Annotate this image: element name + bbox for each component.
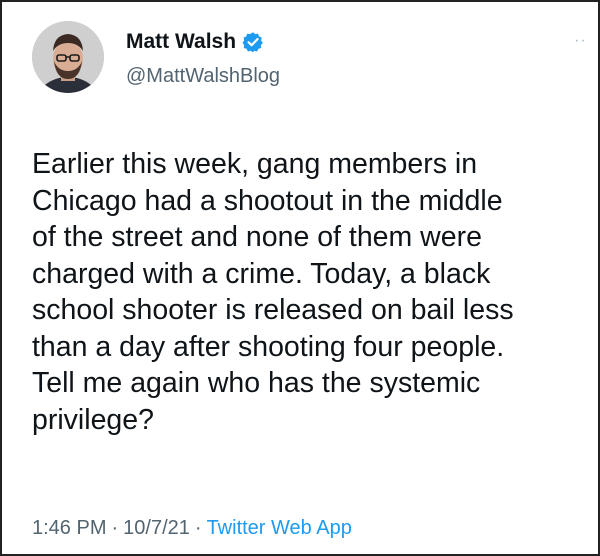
tweet-text-line: school shooter is released on bail less [32, 294, 514, 326]
tweet-text-line: Earlier this week, gang members in [32, 148, 478, 180]
tweet-text-line: of the street and none of them were [32, 221, 482, 253]
verified-badge-icon [242, 31, 264, 53]
avatar[interactable] [32, 21, 104, 93]
author-handle[interactable]: @MattWalshBlog [126, 65, 280, 88]
tweet-meta: 1:46 PM · 10/7/21 · Twitter Web App [32, 517, 352, 540]
screenshot-frame: Matt Walsh @MattWalshBlog ·· Earlier thi… [0, 0, 600, 556]
tweet-card: Matt Walsh @MattWalshBlog ·· Earlier thi… [2, 2, 598, 554]
avatar-image [32, 21, 104, 93]
tweet-time[interactable]: 1:46 PM [32, 517, 106, 539]
meta-separator: · [194, 517, 202, 539]
tweet-source-link[interactable]: Twitter Web App [207, 517, 352, 539]
more-options-icon[interactable]: ·· [574, 32, 587, 50]
meta-separator: · [111, 517, 119, 539]
tweet-text-line: privilege? [32, 403, 154, 436]
tweet-text-line: Chicago had a shootout in the middle [32, 184, 503, 217]
tweet-text-line: than a day after shooting four people. [32, 330, 505, 363]
tweet-text: Earlier this week, gang members in Chica… [32, 146, 587, 438]
tweet-date[interactable]: 10/7/21 [123, 517, 190, 539]
tweet-text-line: charged with a crime. Today, a black [32, 257, 491, 290]
tweet-text-line: Tell me again who has the systemic [32, 367, 481, 399]
author-display-name[interactable]: Matt Walsh [126, 30, 236, 54]
author-name-row: Matt Walsh [126, 30, 264, 54]
